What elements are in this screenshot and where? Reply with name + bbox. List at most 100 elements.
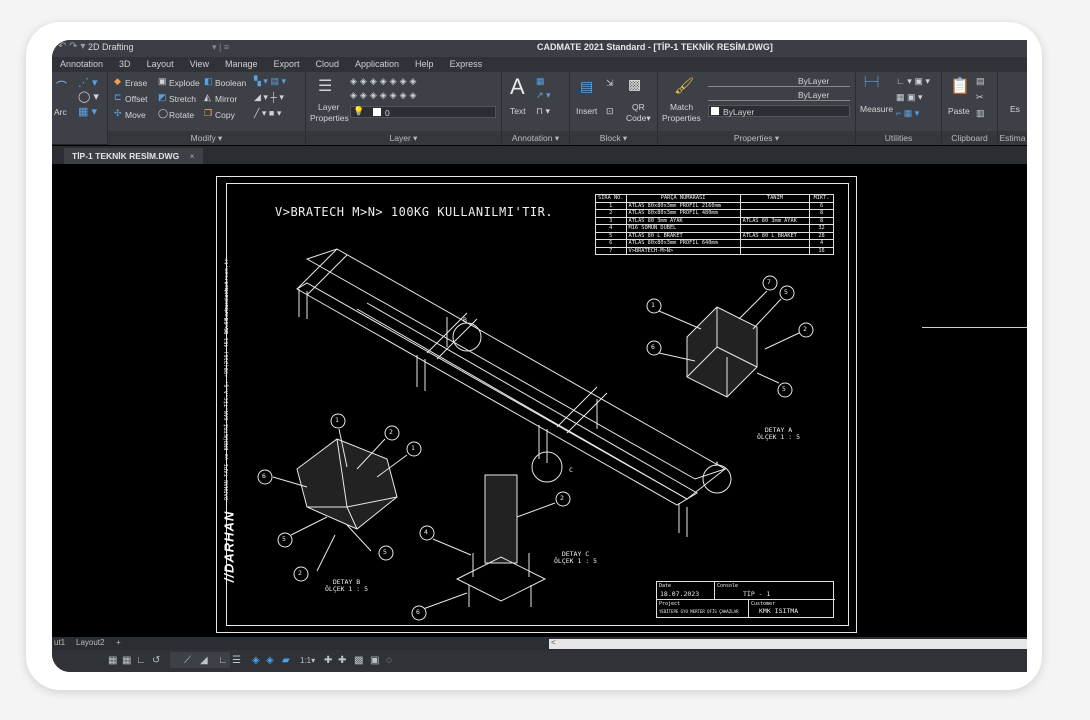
tab-layout2[interactable]: Layout2 [76, 638, 104, 647]
frame-leg-4 [678, 503, 688, 537]
layer-dropdown[interactable]: 💡 0 [350, 106, 496, 118]
annotation-group: A Text ▦ ↗ ▾ ⊓ ▾ Annotation ▾ [502, 72, 570, 145]
rotate-button[interactable]: Rotate [169, 110, 194, 120]
layer-group-footer[interactable]: Layer ▾ [306, 131, 501, 145]
cursor-crosshair [922, 327, 1027, 328]
erase-button[interactable]: Erase [125, 78, 147, 88]
paste-special-icon[interactable]: ▥ [976, 108, 985, 119]
ortho-icon[interactable]: ∟ [136, 655, 146, 666]
tab-3d[interactable]: 3D [111, 57, 139, 72]
paste-button[interactable]: Paste [948, 106, 970, 116]
copy-button[interactable]: Copy [215, 110, 235, 120]
status-bar: ▦ ▦ ∟ ↺ ⟋ ◢ ∟ ☰ ◈ ◈ ▰ 1:1▾ ✚ ✚ ▩ ▣ ◌ [52, 650, 1027, 672]
explode-button[interactable]: Explode [169, 78, 200, 88]
qr-code-line1[interactable]: QR [632, 102, 645, 112]
block-edit-icon[interactable]: ⇲ [606, 78, 614, 89]
isolate-icon[interactable]: ▣ [370, 655, 379, 666]
qr-code-line2[interactable]: Code▾ [626, 113, 651, 124]
utility-tools-icon[interactable]: ∟ ▾ ▣ ▾ [896, 76, 930, 87]
tab-layout[interactable]: Layout [139, 57, 182, 72]
tab-layout1[interactable]: ut1 [54, 638, 65, 647]
circle-icon[interactable]: ◯ ▾ [78, 90, 99, 103]
cut-icon[interactable]: ✂ [976, 92, 984, 103]
ducs-icon[interactable]: ∟ [218, 655, 228, 666]
match-properties-line1[interactable]: Match [670, 102, 693, 112]
tab-cloud[interactable]: Cloud [308, 57, 348, 72]
offset-button[interactable]: Offset [125, 94, 148, 104]
calculator-icon[interactable]: ▦ ▣ ▾ [896, 92, 923, 103]
lineweight-value: ByLayer [798, 76, 830, 86]
hardware-acceleration-icon[interactable]: ▩ [354, 655, 363, 666]
tab-application[interactable]: Application [347, 57, 407, 72]
estimate-button[interactable]: Es [1010, 104, 1020, 114]
block-attribute-icon[interactable]: ⊡ [606, 106, 614, 117]
boolean-button[interactable]: Boolean [215, 78, 246, 88]
detail-c-plate [455, 556, 547, 602]
workspace-selector[interactable]: 2D Drafting [88, 42, 134, 52]
layer-properties-line2[interactable]: Properties [310, 113, 349, 123]
selection-icon[interactable]: ◈ [252, 655, 260, 666]
document-tab[interactable]: TİP-1 TEKNİK RESİM.DWG × [64, 148, 203, 164]
tab-export[interactable]: Export [265, 57, 307, 72]
leader-icon[interactable]: ↗ ▾ [536, 90, 551, 101]
copy-clip-icon[interactable]: ▤ [976, 76, 985, 87]
insert-button[interactable]: Insert [576, 106, 597, 116]
layer-tools-icon[interactable]: ◈◈◈◈◈◈◈ [350, 76, 419, 87]
stretch-button[interactable]: Stretch [169, 94, 196, 104]
undo-redo-icon[interactable]: ↶ ↷ ▾ [58, 41, 85, 52]
tab-help[interactable]: Help [407, 57, 442, 72]
tab-annotation[interactable]: Annotation [52, 57, 111, 72]
measure-button[interactable]: Measure [860, 104, 893, 114]
annotation-scale-icon[interactable]: ✚ [324, 655, 332, 666]
clipboard-group-footer[interactable]: Clipboard [942, 131, 997, 145]
balloon-label: 2 [803, 325, 807, 333]
point-icon[interactable]: ⌐ ▦ ▾ [896, 108, 919, 119]
quick-access-dropdown[interactable]: ▾ | ≡ [212, 42, 229, 53]
utilities-group-footer[interactable]: Utilities [856, 131, 941, 145]
layer-properties-line1[interactable]: Layer [318, 102, 339, 112]
otrack-icon[interactable]: ◢ [200, 655, 208, 666]
clean-screen-icon[interactable]: ◌ [386, 655, 392, 666]
text-button[interactable]: Text [510, 106, 526, 116]
grid-icon[interactable]: ▦ [108, 655, 117, 666]
close-icon[interactable]: × [190, 151, 195, 161]
modify-group-footer[interactable]: Modify ▾ [108, 131, 305, 145]
annotation-visibility-icon[interactable]: ◈ [266, 655, 274, 666]
fillet-icon[interactable]: ╱ ▾ ■ ▾ [254, 108, 281, 119]
annotation-scale[interactable]: 1:1▾ [300, 656, 315, 665]
color-dropdown[interactable]: ByLayer [708, 105, 850, 117]
table-icon[interactable]: ▦ [536, 76, 545, 87]
scroll-left-icon[interactable]: < [551, 638, 556, 647]
dimension-icon[interactable]: ⊓ ▾ [536, 106, 550, 117]
tab-express[interactable]: Express [442, 57, 491, 72]
snap-icon[interactable]: ▦ [122, 655, 131, 666]
balloon-label: 7 [767, 278, 771, 286]
trim-icon[interactable]: ◢ ▾ ┼ ▾ [254, 92, 284, 103]
add-layout-button[interactable]: + [116, 638, 121, 647]
layer-tools-row2-icon[interactable]: ◈◈◈◈◈◈◈ [350, 90, 419, 101]
annotation-group-footer[interactable]: Annotation ▾ [502, 131, 569, 145]
hatch-icon[interactable]: ▦ ▾ [78, 105, 97, 118]
auto-scale-icon[interactable]: ✚ [338, 655, 346, 666]
osnap-icon[interactable]: ⟋ [184, 655, 191, 666]
estimate-group-footer[interactable]: Estima [998, 131, 1027, 145]
properties-group-footer[interactable]: Properties ▾ [658, 131, 855, 145]
linetype-dropdown[interactable]: ByLayer [708, 90, 850, 101]
arc-button[interactable]: Arc [54, 107, 67, 117]
lineweight-icon[interactable]: ☰ [232, 655, 241, 666]
title-block: Date 18.07.2023 Console TİP - 1 Project … [656, 581, 835, 618]
lineweight-dropdown[interactable]: ByLayer [708, 76, 850, 87]
tab-view[interactable]: View [182, 57, 217, 72]
workspace-icon[interactable]: ▰ [282, 655, 290, 666]
drawing-canvas[interactable]: www.darhan.com.tr DARHAN TAPI ve ENDÜSTR… [52, 164, 1027, 637]
move-button[interactable]: Move [125, 110, 146, 120]
horizontal-scrollbar[interactable]: < [549, 638, 1027, 649]
match-properties-line2[interactable]: Properties [662, 113, 701, 123]
polar-icon[interactable]: ↺ [152, 655, 160, 666]
line-icon[interactable]: ⋰ ▾ [78, 76, 98, 89]
block-group-footer[interactable]: Block ▾ [570, 131, 657, 145]
detail-b-caption: DETAY B ÖLÇEK 1 : 5 [325, 579, 368, 593]
array-icon[interactable]: ▚ ▾ ▤ ▾ [254, 76, 286, 87]
mirror-button[interactable]: Mirror [215, 94, 237, 104]
tab-manage[interactable]: Manage [217, 57, 266, 72]
